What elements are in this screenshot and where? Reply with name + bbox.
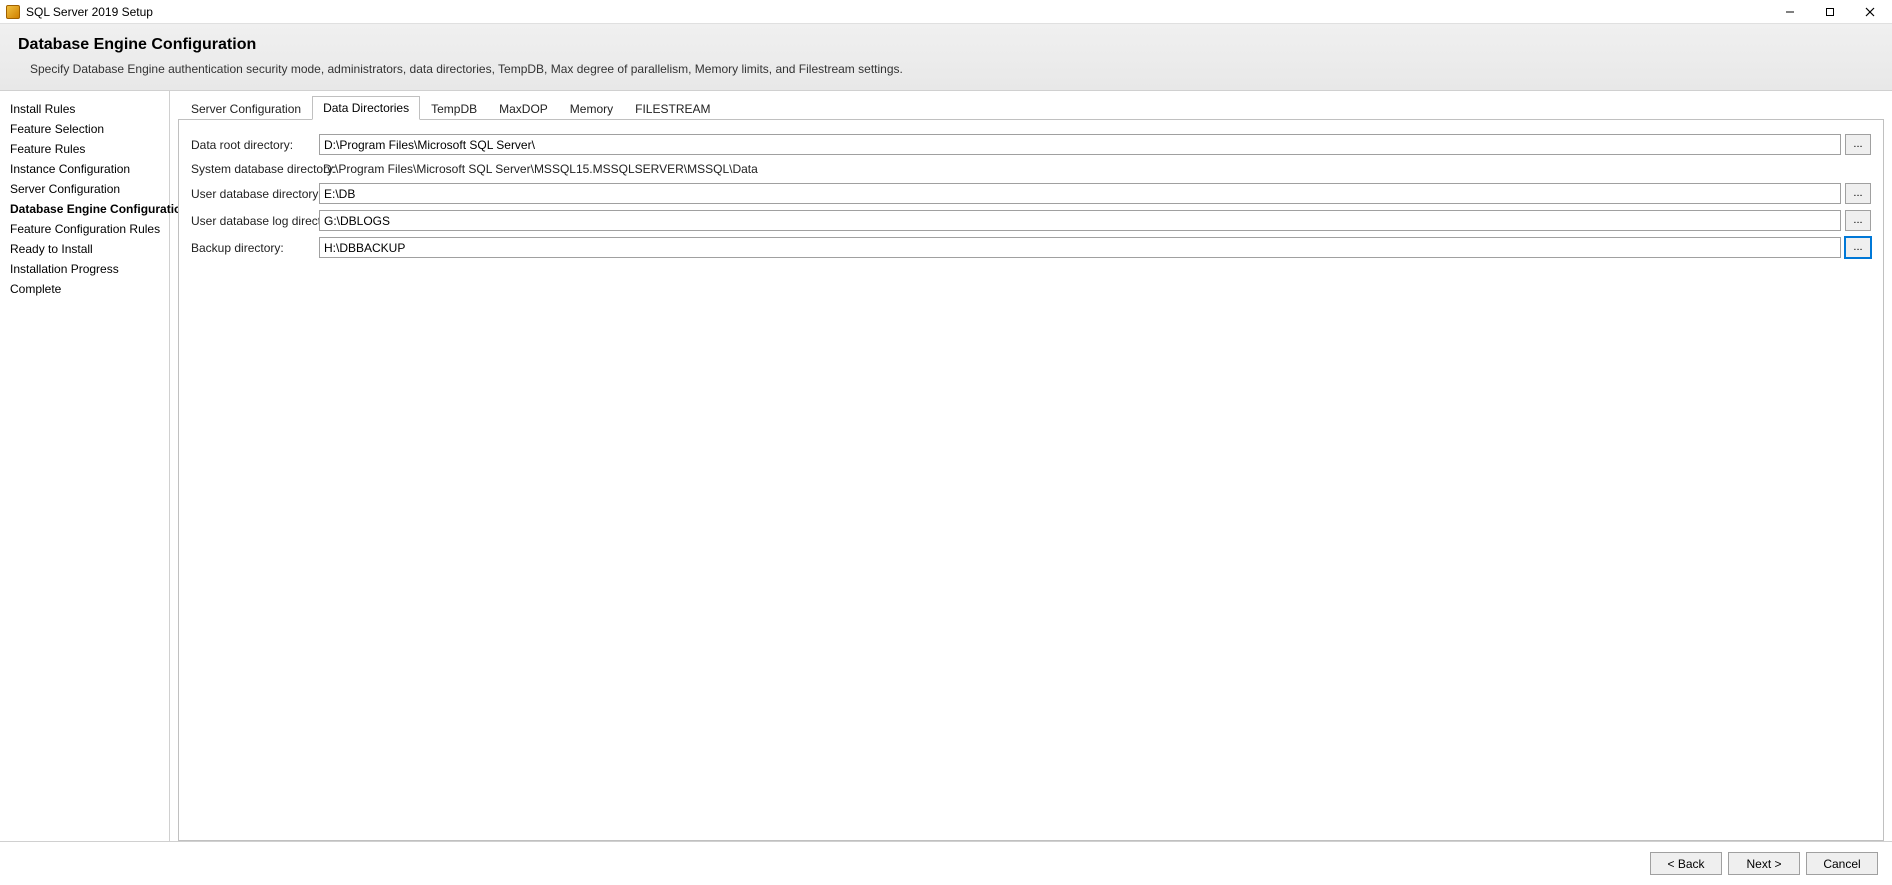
minimize-button[interactable]	[1770, 1, 1810, 23]
main-panel: Server ConfigurationData DirectoriesTemp…	[170, 91, 1892, 841]
page-header: Database Engine Configuration Specify Da…	[0, 24, 1892, 91]
sidebar: Install RulesFeature SelectionFeature Ru…	[0, 91, 170, 841]
sidebar-step-9[interactable]: Complete	[10, 279, 159, 299]
cancel-button[interactable]: Cancel	[1806, 852, 1878, 875]
label-system-db: System database directory:	[191, 162, 319, 176]
sidebar-step-4[interactable]: Server Configuration	[10, 179, 159, 199]
row-user-db: User database directory: ...	[191, 183, 1871, 204]
sidebar-step-8[interactable]: Installation Progress	[10, 259, 159, 279]
title-bar: SQL Server 2019 Setup	[0, 0, 1892, 24]
maximize-icon	[1825, 7, 1835, 17]
page-title: Database Engine Configuration	[18, 36, 1874, 54]
sidebar-step-0[interactable]: Install Rules	[10, 99, 159, 119]
close-button[interactable]	[1850, 1, 1890, 23]
tab-data-directories[interactable]: Data Directories	[312, 96, 420, 120]
browse-data-root-button[interactable]: ...	[1845, 134, 1871, 155]
sidebar-step-3[interactable]: Instance Configuration	[10, 159, 159, 179]
label-user-db-log: User database log directory:	[191, 214, 319, 228]
tab-maxdop[interactable]: MaxDOP	[488, 97, 559, 120]
label-backup: Backup directory:	[191, 241, 319, 255]
next-button[interactable]: Next >	[1728, 852, 1800, 875]
tab-memory[interactable]: Memory	[559, 97, 624, 120]
back-button[interactable]: < Back	[1650, 852, 1722, 875]
sidebar-step-6[interactable]: Feature Configuration Rules	[10, 219, 159, 239]
sidebar-step-2[interactable]: Feature Rules	[10, 139, 159, 159]
close-icon	[1865, 7, 1875, 17]
tab-filestream[interactable]: FILESTREAM	[624, 97, 721, 120]
sidebar-step-7[interactable]: Ready to Install	[10, 239, 159, 259]
row-backup: Backup directory: ...	[191, 237, 1871, 258]
browse-user-db-button[interactable]: ...	[1845, 183, 1871, 204]
tab-content-data-directories: Data root directory: ... System database…	[178, 120, 1884, 841]
input-backup[interactable]	[319, 237, 1841, 258]
window-title: SQL Server 2019 Setup	[26, 5, 153, 19]
tab-tempdb[interactable]: TempDB	[420, 97, 488, 120]
maximize-button[interactable]	[1810, 1, 1850, 23]
app-window: SQL Server 2019 Setup Database Engine Co…	[0, 0, 1892, 885]
input-data-root[interactable]	[319, 134, 1841, 155]
browse-user-db-log-button[interactable]: ...	[1845, 210, 1871, 231]
tab-server-configuration[interactable]: Server Configuration	[180, 97, 312, 120]
sidebar-step-1[interactable]: Feature Selection	[10, 119, 159, 139]
app-icon	[6, 5, 20, 19]
input-user-db-log[interactable]	[319, 210, 1841, 231]
value-system-db: D:\Program Files\Microsoft SQL Server\MS…	[319, 161, 762, 177]
label-user-db: User database directory:	[191, 187, 319, 201]
browse-backup-button[interactable]: ...	[1845, 237, 1871, 258]
sidebar-step-5[interactable]: Database Engine Configuration	[10, 199, 159, 219]
input-user-db[interactable]	[319, 183, 1841, 204]
row-data-root: Data root directory: ...	[191, 134, 1871, 155]
footer: < Back Next > Cancel	[0, 841, 1892, 885]
row-user-db-log: User database log directory: ...	[191, 210, 1871, 231]
row-system-db: System database directory: D:\Program Fi…	[191, 161, 1871, 177]
minimize-icon	[1785, 7, 1795, 17]
page-subtitle: Specify Database Engine authentication s…	[30, 62, 1874, 76]
label-data-root: Data root directory:	[191, 138, 319, 152]
tabstrip: Server ConfigurationData DirectoriesTemp…	[178, 95, 1884, 120]
body: Install RulesFeature SelectionFeature Ru…	[0, 91, 1892, 841]
